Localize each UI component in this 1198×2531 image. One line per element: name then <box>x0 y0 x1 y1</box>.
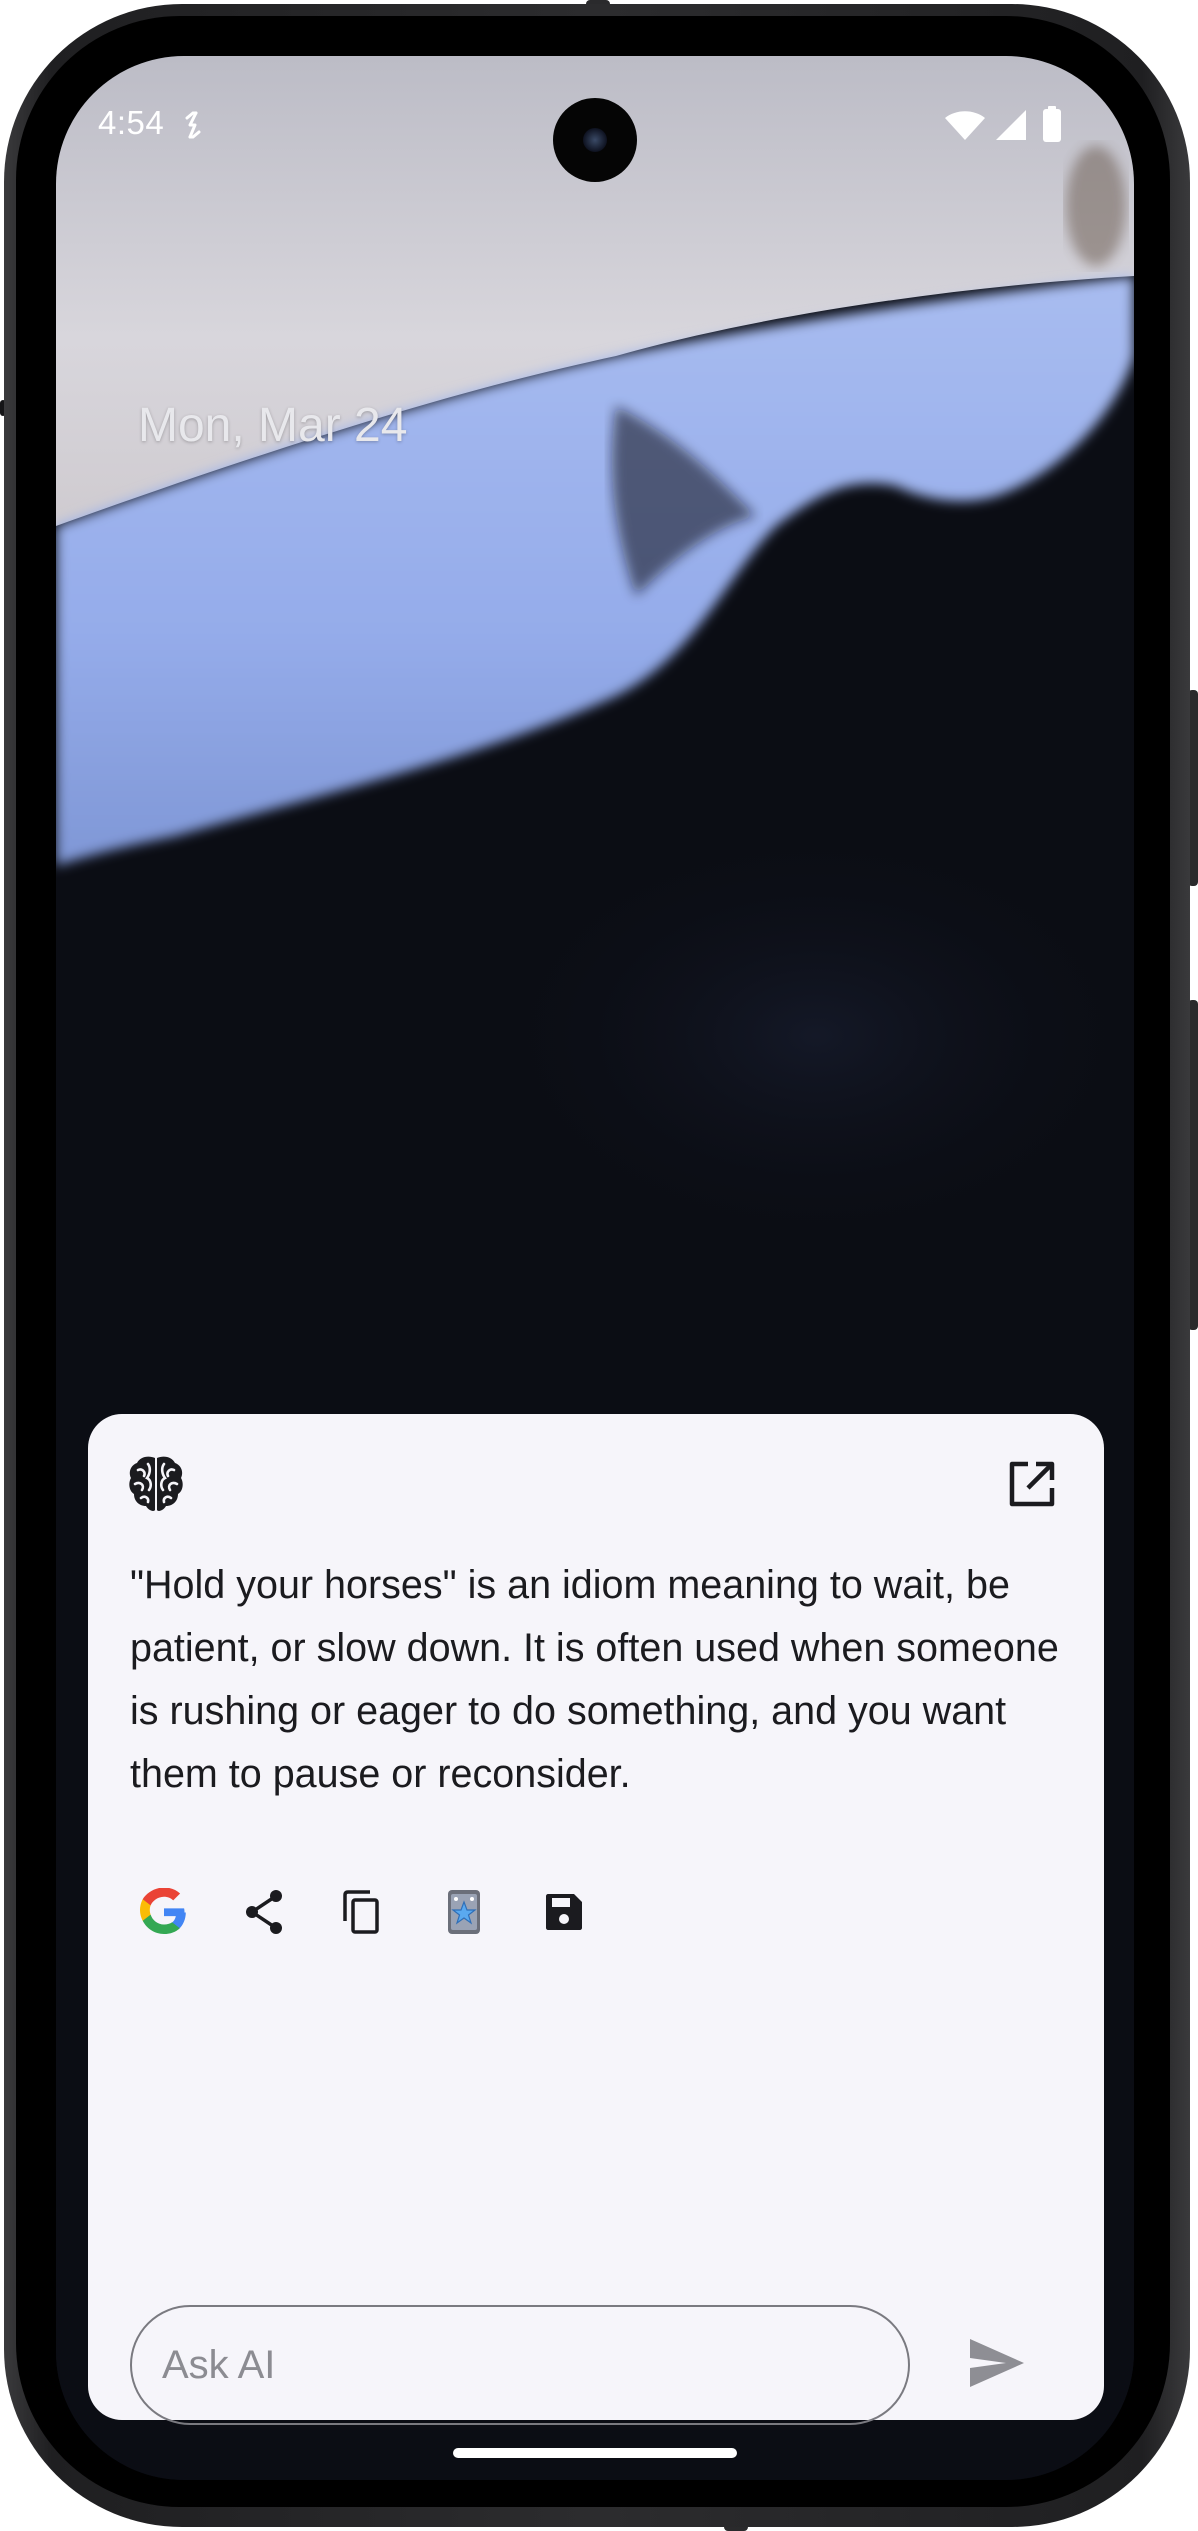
copy-icon[interactable] <box>340 1888 388 1936</box>
ask-ai-row <box>130 2305 1064 2429</box>
ai-answer-text: "Hold your horses" is an idiom meaning t… <box>130 1563 1059 1796</box>
app-shortcut-icon[interactable] <box>440 1888 488 1936</box>
send-icon[interactable] <box>966 2335 1028 2391</box>
open-in-new-icon[interactable] <box>1006 1458 1058 1510</box>
status-bar: 4:54 <box>56 56 1134 196</box>
front-camera <box>553 98 637 182</box>
ask-ai-input[interactable] <box>130 2305 910 2425</box>
home-indicator[interactable] <box>453 2448 737 2458</box>
share-icon[interactable] <box>240 1888 288 1936</box>
google-search-icon[interactable] <box>140 1888 188 1936</box>
screen: 4:54 Mon, Mar 24 "Hold your horses" is a… <box>56 56 1134 2480</box>
status-time: 4:54 <box>98 104 165 141</box>
action-row <box>140 1888 600 1940</box>
sync-icon <box>185 111 201 139</box>
lock-screen-date: Mon, Mar 24 <box>138 399 408 452</box>
phone-device: 4:54 Mon, Mar 24 "Hold your horses" is a… <box>0 0 1198 2531</box>
brain-icon <box>129 1456 183 1511</box>
ai-assistant-card: "Hold your horses" is an idiom meaning t… <box>88 1414 1104 2425</box>
save-icon[interactable] <box>540 1888 588 1936</box>
wifi-icon <box>945 111 985 140</box>
cellular-signal-icon <box>996 110 1026 140</box>
battery-icon <box>1043 106 1061 142</box>
